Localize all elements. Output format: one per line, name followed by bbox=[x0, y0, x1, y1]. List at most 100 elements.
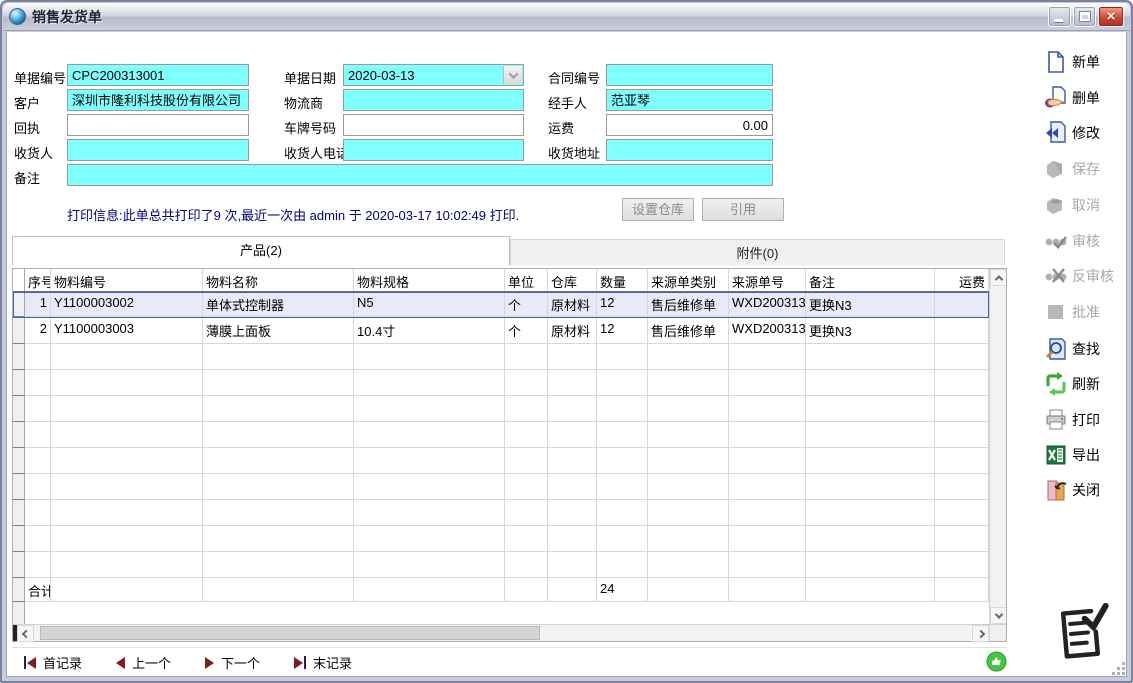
col-header-warehouse[interactable]: 仓库 bbox=[548, 269, 597, 291]
consignee-phone-label: 收货人电话 bbox=[284, 143, 349, 162]
print-icon bbox=[1044, 408, 1068, 432]
next-record-button[interactable]: 下一个 bbox=[205, 653, 260, 672]
table-row[interactable]: 2 Y1100003003 薄膜上面板 10.4寸 个 原材料 12 售后维修单… bbox=[13, 318, 989, 344]
chevron-down-icon bbox=[508, 69, 518, 79]
scroll-down-button[interactable] bbox=[990, 607, 1006, 624]
freight-label: 运费 bbox=[548, 118, 574, 137]
resize-grip[interactable] bbox=[1112, 662, 1125, 675]
sidebar-save-button[interactable]: 保存 bbox=[1044, 155, 1130, 183]
remarks-field[interactable] bbox=[67, 164, 773, 186]
doc-no-label: 单据编号 bbox=[14, 68, 66, 87]
col-header-qty[interactable]: 数量 bbox=[597, 269, 648, 291]
grid-filler-row bbox=[13, 602, 989, 624]
col-header-spec[interactable]: 物料规格 bbox=[354, 269, 505, 291]
record-navbar: 首记录 上一个 下一个 末记录 bbox=[12, 647, 1007, 677]
maximize-button[interactable] bbox=[1073, 6, 1096, 27]
sidebar-audit-button[interactable]: 审核 bbox=[1044, 227, 1130, 255]
sidebar-unaudit-button[interactable]: 反审核 bbox=[1044, 262, 1130, 290]
total-label: 合计 bbox=[25, 578, 51, 602]
window-title: 销售发货单 bbox=[32, 7, 102, 27]
first-record-button[interactable]: 首记录 bbox=[24, 653, 82, 672]
sidebar-find-button[interactable]: 查找 bbox=[1044, 335, 1130, 363]
table-row[interactable]: 1 Y1100003002 单体式控制器 N5 个 原材料 12 售后维修单 W… bbox=[13, 292, 989, 318]
consignee-field[interactable] bbox=[67, 139, 249, 161]
chevron-right-icon bbox=[976, 629, 984, 637]
row-selector-header bbox=[13, 269, 25, 291]
scroll-up-button[interactable] bbox=[990, 269, 1006, 286]
delete-doc-icon bbox=[1044, 86, 1068, 110]
table-header-row: 序号 物料编号 物料名称 物料规格 单位 仓库 数量 来源单类别 来源单号 备注… bbox=[13, 269, 989, 292]
address-label: 收货地址 bbox=[548, 143, 600, 162]
sidebar-cancel-button[interactable]: 取消 bbox=[1044, 191, 1130, 219]
scrollbar-track[interactable] bbox=[34, 625, 972, 641]
table-empty-row bbox=[13, 396, 989, 422]
save-icon bbox=[1044, 157, 1068, 181]
last-record-icon bbox=[294, 656, 306, 669]
titlebar: 销售发货单 × bbox=[3, 3, 1130, 31]
table-empty-row bbox=[13, 422, 989, 448]
new-doc-icon bbox=[1044, 50, 1068, 74]
chevron-up-icon bbox=[994, 275, 1002, 283]
col-header-material-no[interactable]: 物料编号 bbox=[51, 269, 203, 291]
table-empty-row bbox=[13, 500, 989, 526]
doc-date-field[interactable]: 2020-03-13 bbox=[343, 64, 524, 86]
logistics-field[interactable] bbox=[343, 89, 524, 111]
vertical-scrollbar[interactable] bbox=[989, 269, 1006, 624]
table-empty-row bbox=[13, 344, 989, 370]
horizontal-scrollbar[interactable] bbox=[13, 624, 1006, 641]
close-button[interactable]: × bbox=[1098, 6, 1124, 27]
doc-no-field[interactable]: CPC200313001 bbox=[67, 64, 249, 86]
refresh-icon bbox=[1044, 372, 1068, 396]
contract-no-label: 合同编号 bbox=[548, 68, 600, 87]
col-header-source-no[interactable]: 来源单号 bbox=[729, 269, 806, 291]
table-empty-row bbox=[13, 552, 989, 578]
consignee-label: 收货人 bbox=[14, 143, 53, 162]
sidebar-modify-button[interactable]: 修改 bbox=[1044, 119, 1130, 147]
scrollbar-thumb[interactable] bbox=[40, 626, 540, 640]
col-header-material-name[interactable]: 物料名称 bbox=[203, 269, 354, 291]
sidebar-export-button[interactable]: 导出 bbox=[1044, 441, 1130, 469]
previous-record-button[interactable]: 上一个 bbox=[116, 653, 171, 672]
tab-attachments[interactable]: 附件(0) bbox=[510, 239, 1005, 265]
col-header-unit[interactable]: 单位 bbox=[505, 269, 548, 291]
col-header-freight[interactable]: 运费 bbox=[935, 269, 989, 291]
sidebar-approve-button[interactable]: 批准 bbox=[1044, 298, 1130, 326]
col-header-source-type[interactable]: 来源单类别 bbox=[648, 269, 729, 291]
next-record-icon bbox=[205, 657, 214, 669]
handler-field[interactable]: 范亚琴 bbox=[606, 89, 773, 111]
previous-record-icon bbox=[116, 657, 125, 669]
set-warehouse-button[interactable]: 设置仓库 bbox=[622, 198, 694, 221]
col-header-remark[interactable]: 备注 bbox=[806, 269, 935, 291]
scroll-right-button[interactable] bbox=[972, 625, 989, 642]
handler-label: 经手人 bbox=[548, 93, 587, 112]
ok-thumbs-up-icon bbox=[986, 651, 1007, 672]
sidebar-new-button[interactable]: 新单 bbox=[1044, 48, 1130, 76]
last-record-button[interactable]: 末记录 bbox=[294, 653, 352, 672]
reference-button[interactable]: 引用 bbox=[702, 198, 784, 221]
col-header-seq[interactable]: 序号 bbox=[25, 269, 51, 291]
contract-no-field[interactable] bbox=[606, 64, 773, 86]
total-qty: 24 bbox=[597, 578, 648, 602]
plate-no-field[interactable] bbox=[343, 114, 524, 136]
sidebar-refresh-button[interactable]: 刷新 bbox=[1044, 370, 1130, 398]
tab-products[interactable]: 产品(2) bbox=[12, 236, 510, 265]
address-field[interactable] bbox=[606, 139, 773, 161]
close-icon: × bbox=[1107, 9, 1116, 24]
row-selector[interactable] bbox=[13, 292, 25, 317]
sidebar-close-button[interactable]: 关闭 bbox=[1044, 476, 1130, 504]
sidebar-print-button[interactable]: 打印 bbox=[1044, 406, 1130, 434]
freight-field[interactable]: 0.00 bbox=[606, 114, 773, 136]
minimize-button[interactable] bbox=[1048, 6, 1071, 27]
edit-doc-icon bbox=[1044, 121, 1068, 145]
scrollbar-corner bbox=[989, 625, 1006, 641]
consignee-phone-field[interactable] bbox=[343, 139, 524, 161]
customer-field[interactable]: 深圳市隆利科技股份有限公司 bbox=[67, 89, 249, 111]
date-dropdown-button[interactable] bbox=[503, 66, 522, 84]
customer-label: 客户 bbox=[14, 93, 40, 112]
chevron-left-icon bbox=[21, 629, 29, 637]
row-selector[interactable] bbox=[13, 318, 25, 344]
receipt-field[interactable] bbox=[67, 114, 249, 136]
sidebar-delete-button[interactable]: 删单 bbox=[1044, 84, 1130, 112]
scroll-left-button[interactable] bbox=[17, 625, 34, 642]
table-empty-row bbox=[13, 474, 989, 500]
